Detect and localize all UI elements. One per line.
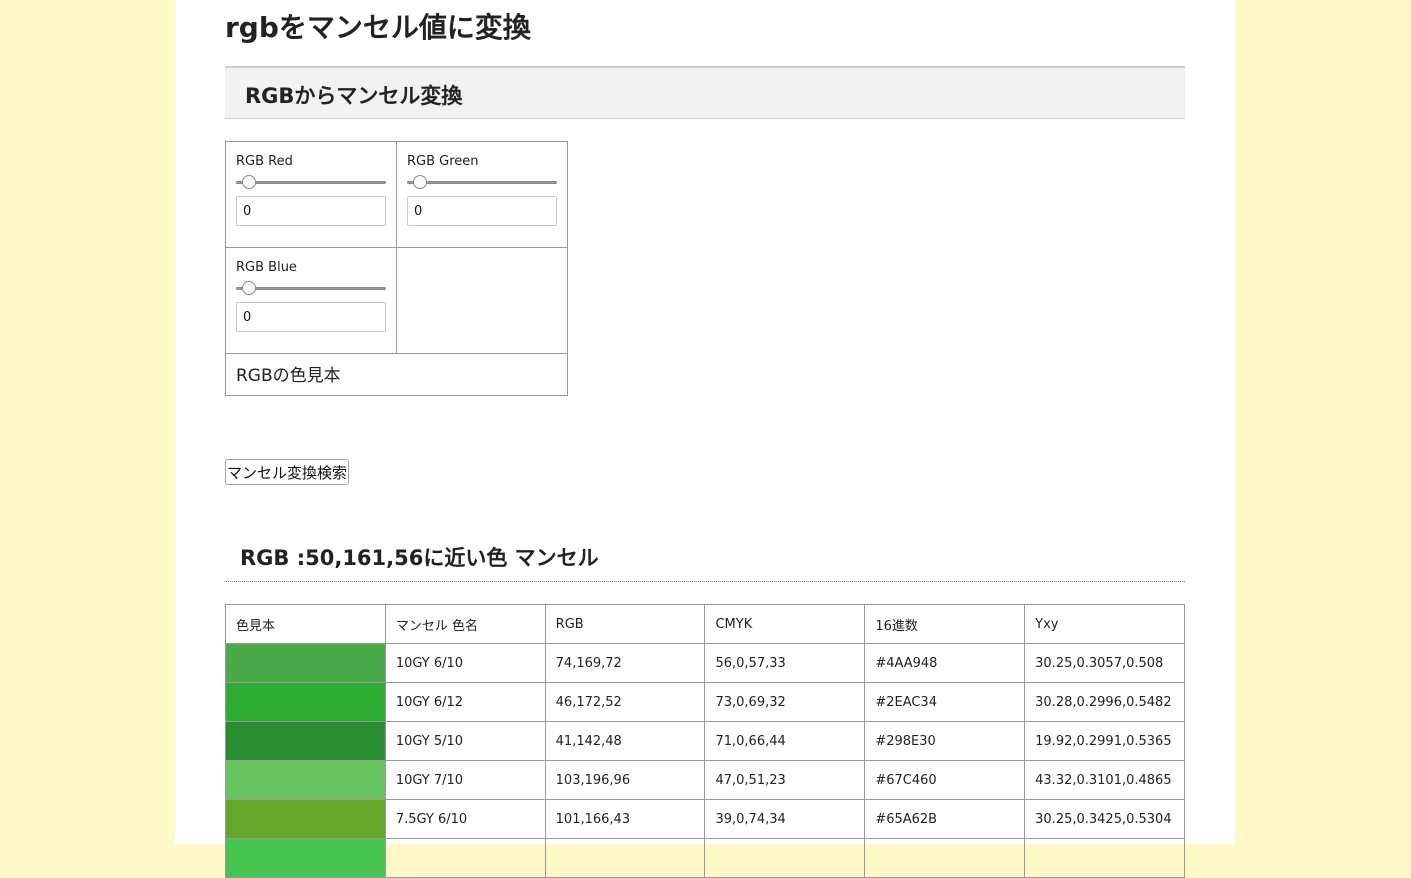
cell-hex: #298E30	[864, 721, 1026, 761]
cell-cmyk: 73,0,69,32	[704, 682, 866, 722]
red-label: RGB Red	[236, 154, 293, 169]
green-slider-thumb[interactable]	[413, 175, 427, 189]
cell-munsell: 7.5GY 6/10	[384, 799, 546, 839]
cell-hex: #65A62B	[864, 799, 1026, 839]
cell-munsell: 10GY 7/10	[384, 760, 546, 800]
cell-yxy: 30.28,0.2996,0.5482	[1024, 682, 1185, 722]
red-slider-track	[236, 181, 386, 184]
munsell-search-button[interactable]: マンセル変換検索	[225, 459, 350, 485]
color-swatch	[226, 800, 385, 838]
color-swatch-cell	[225, 799, 386, 839]
cell-munsell: 10GY 6/12	[384, 682, 546, 722]
result-heading-text: RGB :50,161,56に近い色 マンセル	[240, 546, 599, 570]
column-header-cmyk: CMYK	[704, 604, 866, 644]
section-header: RGBからマンセル変換	[225, 66, 1185, 119]
cell-cmyk: 71,0,66,44	[704, 721, 866, 761]
table-row: 10GY 6/12 46,172,52 73,0,69,32 #2EAC34 30.28…	[225, 682, 1185, 722]
blue-label: RGB Blue	[236, 260, 297, 275]
cell-munsell: 10GY 6/10	[384, 643, 546, 683]
table-row: 7.5GY 6/10 101,166,43 39,0,74,34 #65A62B 30.…	[225, 799, 1185, 839]
color-swatch	[226, 722, 385, 760]
cell-hex: #2EAC34	[864, 682, 1026, 722]
cell-munsell	[384, 838, 546, 878]
cell-rgb: 41,142,48	[544, 721, 706, 761]
cell-rgb: 46,172,52	[544, 682, 706, 722]
cell-yxy: 19.92,0.2991,0.5365	[1024, 721, 1185, 761]
cell-rgb: 74,169,72	[544, 643, 706, 683]
result-table: 色見本 マンセル 色名 RGB CMYK 16進数 Yxy 10GY 6/10 7…	[225, 604, 1185, 878]
cell-cmyk	[704, 838, 866, 878]
rgb-swatch-label: RGBの色見本	[225, 353, 568, 396]
red-cell: RGB Red	[225, 141, 397, 248]
blue-input[interactable]	[236, 302, 386, 332]
table-row	[225, 838, 1185, 878]
cell-yxy: 30.25,0.3057,0.508	[1024, 643, 1185, 683]
color-swatch-cell	[225, 682, 386, 722]
column-header-rgb: RGB	[544, 604, 706, 644]
cell-munsell: 10GY 5/10	[384, 721, 546, 761]
table-row: 10GY 7/10 103,196,96 47,0,51,23 #67C460 43.3…	[225, 760, 1185, 800]
blue-cell: RGB Blue	[225, 247, 397, 354]
color-swatch	[226, 644, 385, 682]
cell-hex: #67C460	[864, 760, 1026, 800]
empty-cell	[396, 247, 568, 354]
page-container: rgbをマンセル値に変換 RGBからマンセル変換 RGB Red RGB Gre…	[175, 0, 1235, 878]
green-cell: RGB Green	[396, 141, 568, 248]
result-heading: RGB :50,161,56に近い色 マンセル	[225, 540, 1185, 582]
column-header-munsell: マンセル 色名	[384, 604, 546, 644]
color-swatch	[226, 683, 385, 721]
blue-slider-track	[236, 287, 386, 290]
column-header-swatch: 色見本	[225, 604, 386, 644]
color-swatch-cell	[225, 721, 386, 761]
cell-cmyk: 56,0,57,33	[704, 643, 866, 683]
color-swatch	[226, 839, 385, 877]
cell-rgb: 101,166,43	[544, 799, 706, 839]
cell-yxy: 30.25,0.3425,0.5304	[1024, 799, 1185, 839]
green-slider-track	[407, 181, 557, 184]
rgb-input-table: RGB Red RGB Green	[225, 141, 568, 396]
column-header-yxy: Yxy	[1024, 604, 1185, 644]
red-slider[interactable]	[236, 174, 386, 192]
cell-rgb: 103,196,96	[544, 760, 706, 800]
result-header-row: 色見本 マンセル 色名 RGB CMYK 16進数 Yxy	[225, 604, 1185, 644]
table-row: 10GY 6/10 74,169,72 56,0,57,33 #4AA948 30.25…	[225, 643, 1185, 683]
table-row: 10GY 5/10 41,142,48 71,0,66,44 #298E30 19.92…	[225, 721, 1185, 761]
color-swatch-cell	[225, 838, 386, 878]
color-swatch	[226, 761, 385, 799]
page-title: rgbをマンセル値に変換	[225, 11, 531, 44]
green-slider[interactable]	[407, 174, 557, 192]
red-slider-thumb[interactable]	[242, 175, 256, 189]
cell-cmyk: 47,0,51,23	[704, 760, 866, 800]
cell-cmyk: 39,0,74,34	[704, 799, 866, 839]
cell-hex	[864, 838, 1026, 878]
blue-slider-thumb[interactable]	[242, 281, 256, 295]
column-header-hex: 16進数	[864, 604, 1026, 644]
cell-yxy: 43.32,0.3101,0.4865	[1024, 760, 1185, 800]
section-title: RGBからマンセル変換	[245, 84, 463, 108]
cell-hex: #4AA948	[864, 643, 1026, 683]
blue-slider[interactable]	[236, 280, 386, 298]
cell-yxy	[1024, 838, 1185, 878]
color-swatch-cell	[225, 643, 386, 683]
green-input[interactable]	[407, 196, 557, 226]
color-swatch-cell	[225, 760, 386, 800]
red-input[interactable]	[236, 196, 386, 226]
green-label: RGB Green	[407, 154, 479, 169]
cell-rgb	[544, 838, 706, 878]
